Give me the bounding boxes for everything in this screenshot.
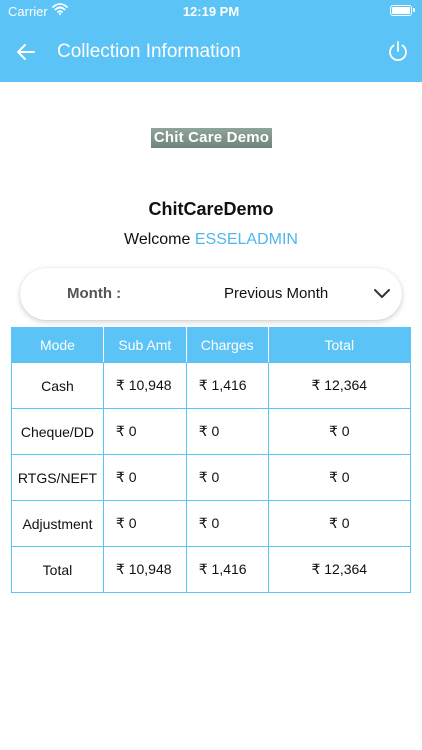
header-sub-amt: Sub Amt	[102, 327, 187, 363]
welcome-message: Welcome ESSELADMIN	[0, 231, 422, 249]
power-icon[interactable]	[386, 39, 410, 63]
cell-charges: ₹ 0	[185, 454, 269, 501]
status-time: 12:19 PM	[182, 4, 240, 19]
cell-sub-amt: ₹ 0	[102, 408, 187, 455]
cell-mode: Cheque/DD	[11, 408, 104, 455]
month-label: Month :	[67, 285, 122, 302]
cell-total: ₹ 0	[267, 408, 412, 455]
cell-charges: ₹ 0	[185, 408, 269, 455]
cell-total: ₹ 0	[267, 454, 412, 501]
table-row: Cash ₹ 10,948 ₹ 1,416 ₹ 12,364	[11, 362, 412, 409]
header-total: Total	[267, 327, 412, 363]
cell-sub-amt: ₹ 0	[102, 500, 187, 547]
chevron-down-icon[interactable]	[372, 284, 392, 304]
table-header-row: Mode Sub Amt Charges Total	[11, 327, 412, 363]
cell-mode: Total	[11, 546, 104, 593]
cell-sub-amt: ₹ 0	[102, 454, 187, 501]
cell-total: ₹ 0	[267, 500, 412, 547]
cell-charges: ₹ 1,416	[185, 546, 269, 593]
month-value: Previous Month	[224, 285, 329, 302]
cell-mode: Cash	[11, 362, 104, 409]
cell-sub-amt: ₹ 10,948	[102, 546, 187, 593]
cell-total: ₹ 12,364	[267, 362, 412, 409]
page-title: Collection Information	[57, 41, 241, 62]
cell-mode: Adjustment	[11, 500, 104, 547]
nav-bar: Collection Information	[0, 24, 422, 82]
header-mode: Mode	[11, 327, 104, 363]
table-row: Cheque/DD ₹ 0 ₹ 0 ₹ 0	[11, 408, 412, 455]
cell-mode: RTGS/NEFT	[11, 454, 104, 501]
collection-table: Mode Sub Amt Charges Total Cash ₹ 10,948…	[11, 327, 412, 593]
username: ESSELADMIN	[194, 231, 298, 248]
battery-icon	[390, 5, 415, 16]
table-row: RTGS/NEFT ₹ 0 ₹ 0 ₹ 0	[11, 454, 412, 501]
company-name: ChitCareDemo	[148, 199, 274, 219]
table-row-total: Total ₹ 10,948 ₹ 1,416 ₹ 12,364	[11, 546, 412, 593]
cell-total: ₹ 12,364	[267, 546, 412, 593]
header-charges: Charges	[185, 327, 269, 363]
month-selector[interactable]: Month : Previous Month	[20, 268, 402, 320]
table-row: Adjustment ₹ 0 ₹ 0 ₹ 0	[11, 500, 412, 547]
company-logo: Chit Care Demo	[151, 128, 272, 148]
cell-charges: ₹ 0	[185, 500, 269, 547]
cell-charges: ₹ 1,416	[185, 362, 269, 409]
status-bar: Carrier 12:19 PM	[0, 0, 422, 24]
arrow-left-icon[interactable]	[14, 40, 38, 64]
cell-sub-amt: ₹ 10,948	[102, 362, 187, 409]
welcome-prefix: Welcome	[124, 231, 191, 248]
